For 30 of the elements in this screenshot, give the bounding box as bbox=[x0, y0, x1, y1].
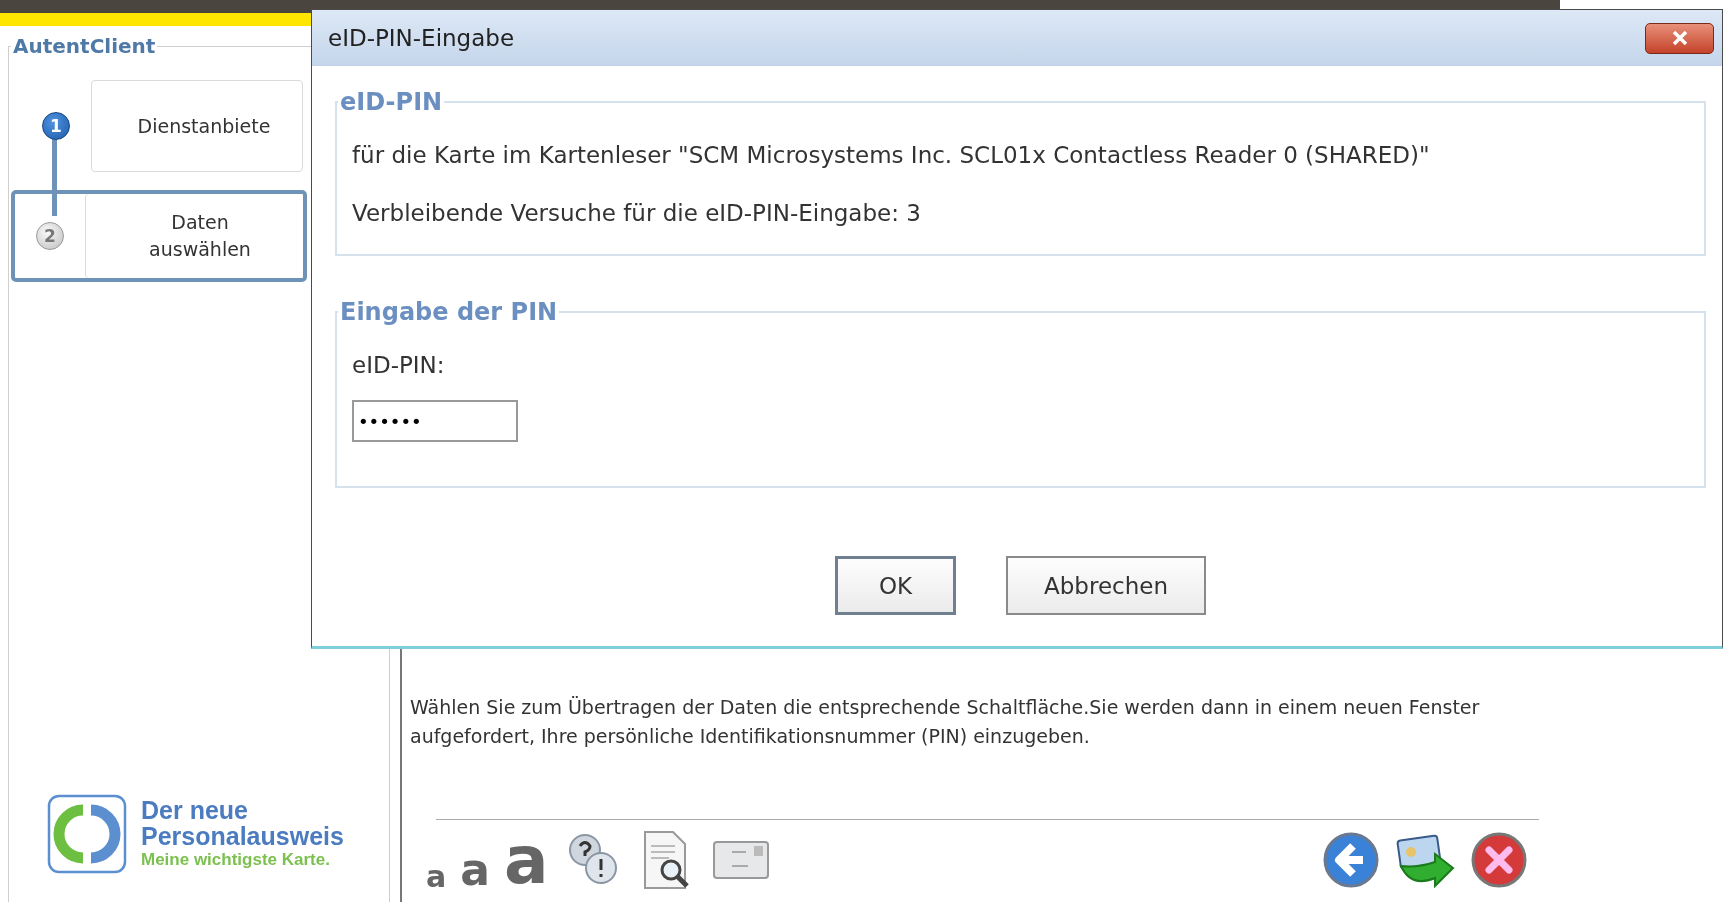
close-button[interactable] bbox=[1645, 22, 1714, 54]
card-send-icon bbox=[1395, 832, 1455, 888]
logo-tagline: Meine wichtigste Karte. bbox=[141, 849, 331, 871]
cancel-icon bbox=[1471, 832, 1527, 888]
step-item[interactable]: 2 Daten auswählen bbox=[11, 190, 307, 282]
step-number: 2 bbox=[36, 222, 64, 250]
field-label: eID-PIN: bbox=[352, 352, 446, 378]
envelope-icon bbox=[711, 840, 770, 880]
pin-input-field[interactable]: •••••• bbox=[352, 400, 518, 442]
back-button[interactable] bbox=[1321, 830, 1381, 890]
cancel-button[interactable] bbox=[1469, 830, 1529, 890]
ring-logo-icon bbox=[47, 794, 127, 874]
logo-text: Personalausweis bbox=[141, 823, 344, 849]
font-size-button[interactable]: a bbox=[460, 850, 490, 890]
instruction-text: Wählen Sie zum Übertragen der Daten die entsprechende Schaltfläche.Sie werden dann in einem neuen Fenster aufgefordert, Ihre persönliche Identifikationsnummer (PIN) einzugeben. bbox=[410, 695, 1481, 749]
step-label: Daten auswählen bbox=[148, 210, 252, 262]
font-size-button[interactable]: a bbox=[426, 863, 447, 890]
group-title: eID-PIN bbox=[339, 88, 444, 116]
info-text: Verbleibende Versuche für die eID-PIN-Eingabe: 3 bbox=[352, 200, 922, 226]
step-number: 1 bbox=[42, 112, 70, 140]
group-title: Eingabe der PIN bbox=[339, 298, 559, 326]
dialog-button[interactable]: OK bbox=[835, 556, 956, 615]
close-icon bbox=[1670, 29, 1689, 47]
step-label: Dienstanbiete bbox=[137, 113, 271, 139]
logo-text: Der neue bbox=[141, 797, 249, 823]
dialog-button[interactable]: Abbrechen bbox=[1006, 556, 1206, 615]
font-size-button[interactable]: a bbox=[503, 830, 549, 890]
info-text: für die Karte im Kartenleser "SCM Microsystems Inc. SCL01x Contactless Reader 0 (SHARED)" bbox=[352, 142, 1431, 168]
panel-title: AutentClient bbox=[12, 34, 157, 58]
dialog-title: eID-PIN-Eingabe bbox=[328, 25, 516, 51]
